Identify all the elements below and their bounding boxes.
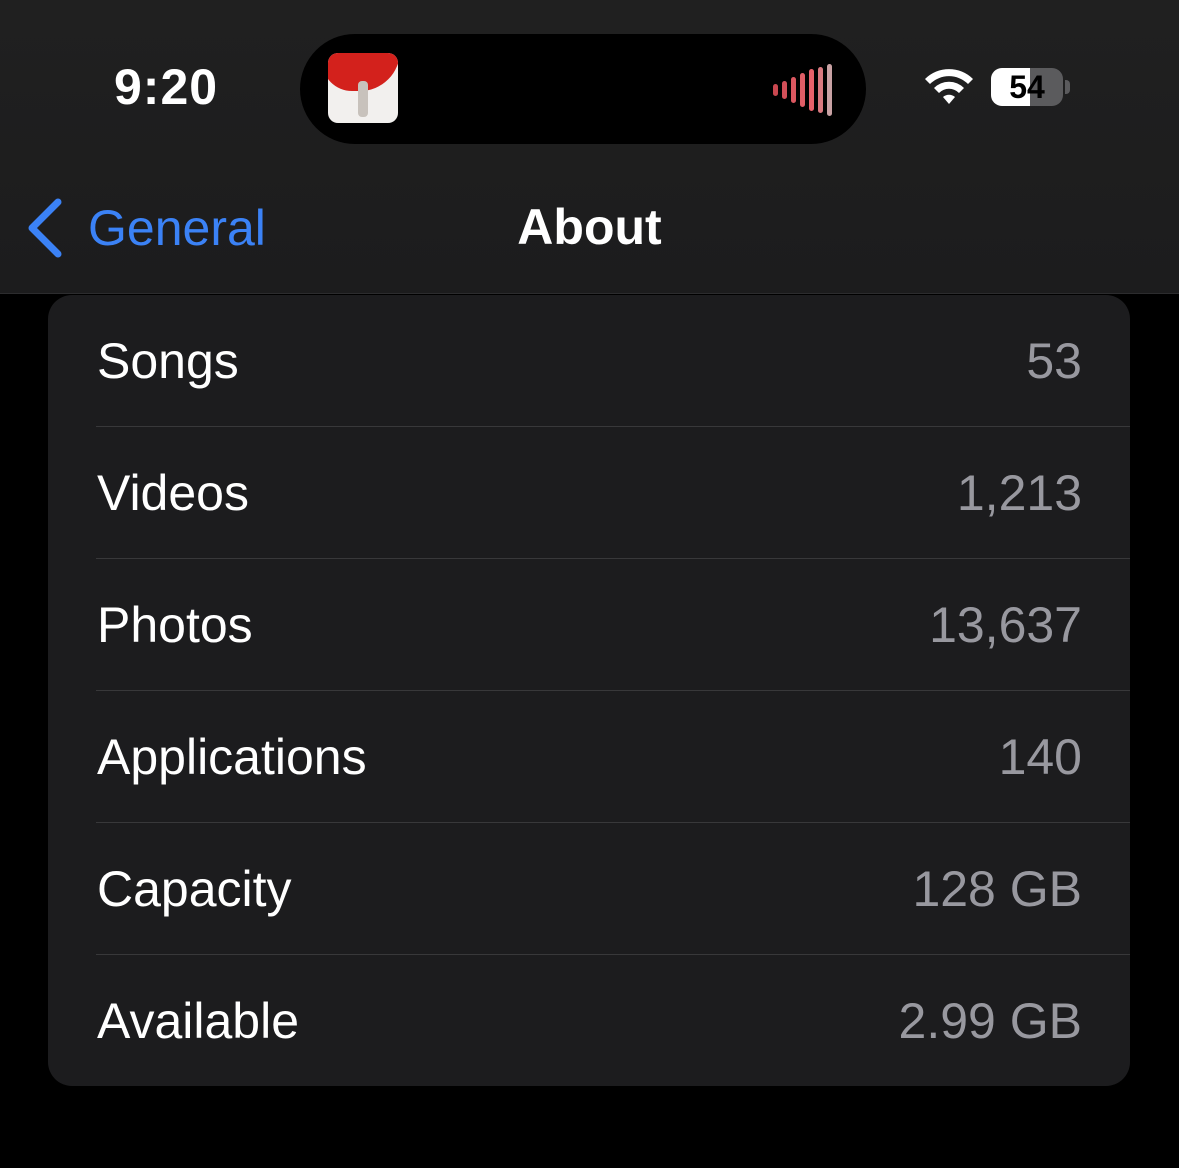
list-item-photos: Photos 13,637 [48, 559, 1130, 691]
dynamic-island[interactable] [300, 34, 866, 144]
list-item-available: Available 2.99 GB [48, 955, 1130, 1086]
list-item-capacity: Capacity 128 GB [48, 823, 1130, 955]
row-label: Available [97, 993, 300, 1049]
row-label: Songs [97, 333, 239, 389]
album-art-icon[interactable] [328, 53, 398, 123]
list-item-songs: Songs 53 [48, 295, 1130, 427]
row-value: 1,213 [956, 465, 1082, 521]
audio-waveform-icon [773, 64, 832, 116]
status-and-nav-bar: 9:20 54 General About [0, 0, 1179, 294]
row-label: Videos [97, 465, 249, 521]
row-value: 13,637 [929, 597, 1082, 653]
list-item-videos: Videos 1,213 [48, 427, 1130, 559]
row-value: 140 [998, 729, 1082, 785]
list-item-applications: Applications 140 [48, 691, 1130, 823]
battery-terminal [1065, 80, 1070, 94]
row-value: 53 [1026, 333, 1082, 389]
about-info-list: Songs 53 Videos 1,213 Photos 13,637 Appl… [48, 295, 1130, 1086]
battery-percentage: 54 [1009, 69, 1045, 105]
row-label: Applications [97, 729, 367, 785]
row-value: 2.99 GB [898, 993, 1082, 1049]
wifi-icon [925, 69, 973, 104]
battery-icon: 54 [991, 68, 1063, 106]
page-title: About [517, 199, 662, 255]
row-label: Photos [97, 597, 253, 653]
status-time: 9:20 [114, 59, 219, 115]
row-label: Capacity [97, 861, 292, 917]
row-value: 128 GB [912, 861, 1082, 917]
